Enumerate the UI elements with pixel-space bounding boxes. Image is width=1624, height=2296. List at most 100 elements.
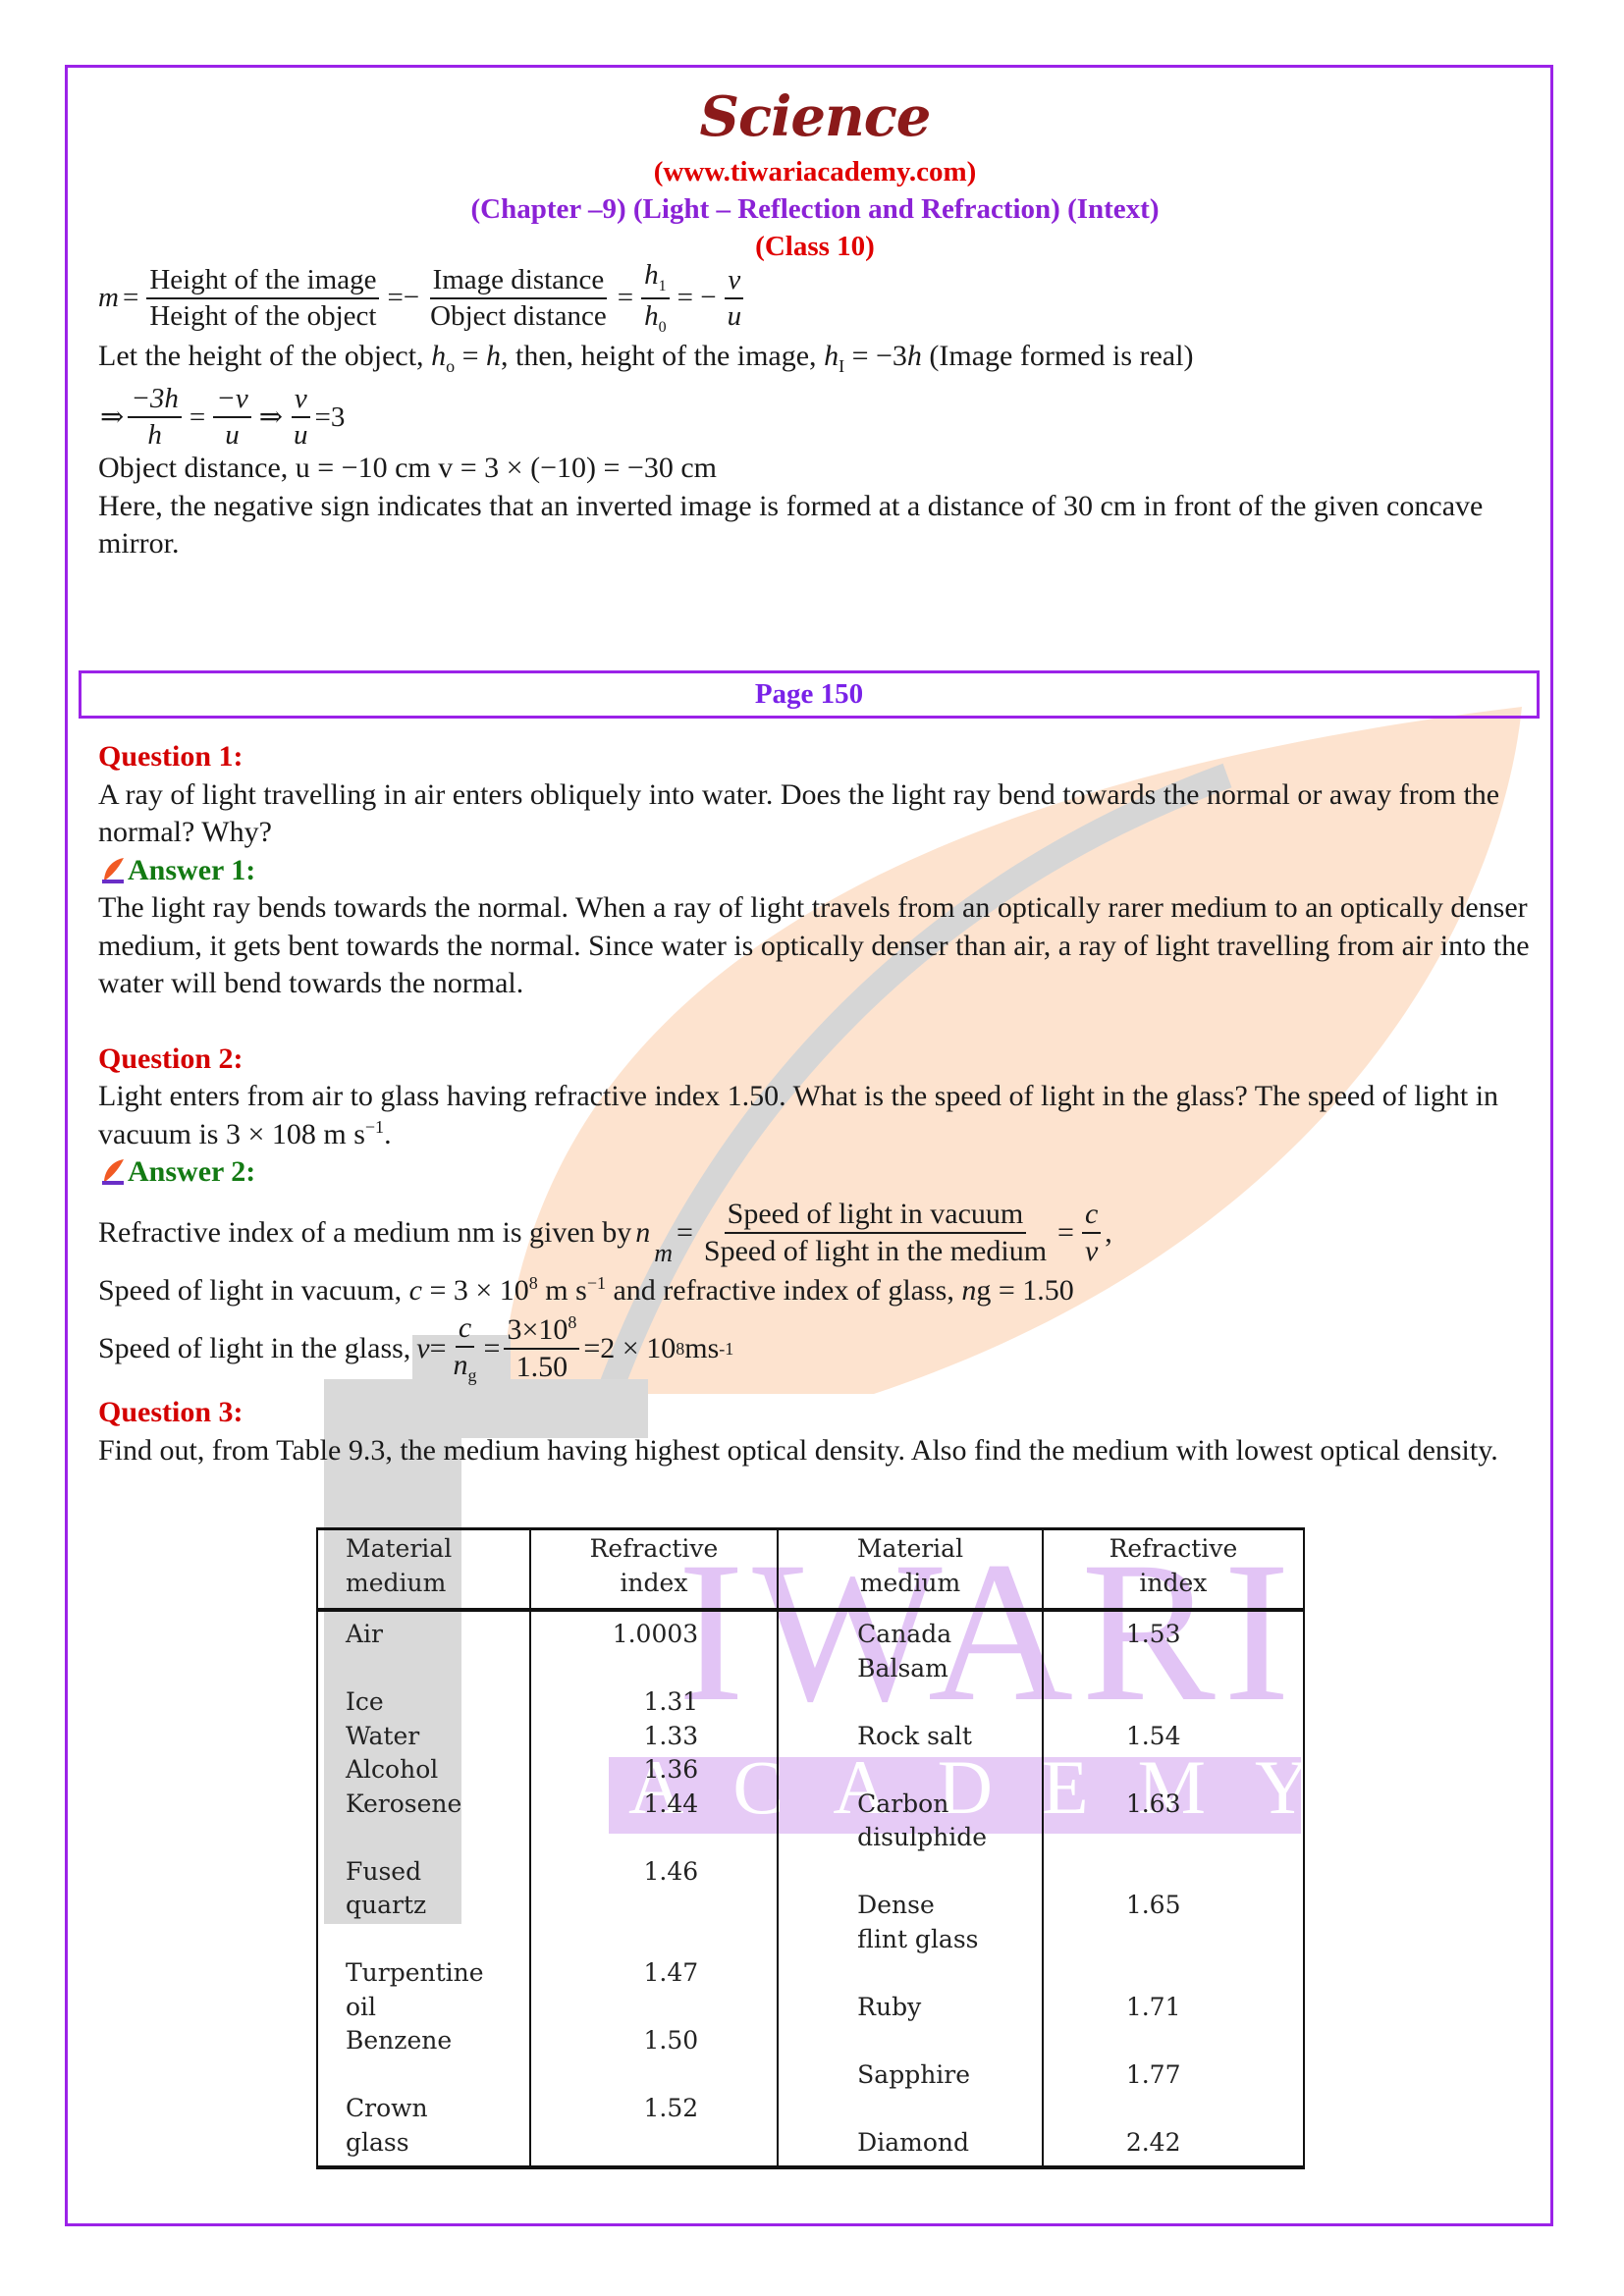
table-cell-line: 1.44 [643, 1789, 699, 1818]
table-cell-line: Alcohol [346, 1755, 439, 1784]
table-cell-line: Sapphire [857, 2059, 971, 2089]
table-cell-line: 1.0003 [612, 1620, 699, 1648]
table-cell-line [346, 1652, 519, 1686]
speed-vacuum-line: Speed of light in vacuum, c = 3 × 108 m … [98, 1272, 1074, 1307]
table-cell-line [1126, 1753, 1293, 1788]
site-link[interactable]: (www.tiwariacademy.com) [98, 153, 1532, 190]
table-cell-line: 1.63 [1125, 1789, 1181, 1818]
table-cell-line [1126, 1855, 1293, 1890]
table-cell-line: Benzene [346, 2026, 453, 2055]
fraction-height-ratio: Height of the image Height of the object [146, 265, 380, 331]
table-cell-line: Air [346, 1620, 384, 1648]
table-cell-line [541, 1652, 698, 1686]
fraction-h-ratio: h1 h0 [641, 261, 670, 336]
table-cell-line: 1.33 [643, 1721, 699, 1750]
header-refractive-index: Refractive index [1041, 1527, 1306, 1612]
refractive-index-table: Material medium Refractive index Material m… [316, 1527, 1306, 2169]
table-cell-line: Diamond [857, 2127, 969, 2157]
table-cell-line [1126, 2024, 1293, 2058]
header-material-medium: Material medium [316, 1527, 531, 1612]
quill-logo-icon [102, 857, 124, 883]
table-cell-line: 1.77 [1125, 2059, 1181, 2089]
table-cell-line: Kerosene [346, 1789, 462, 1818]
col-medium-left: Air Ice Water Alcohol Kerosene Fused quartz Tur… [316, 1610, 531, 2169]
conclusion-text: Here, the negative sign indicates that a… [98, 489, 1484, 561]
questions-section: Question 1: A ray of light travelling in… [98, 738, 1532, 1469]
table-cell-line [541, 1821, 698, 1855]
table-cell-line: Crown [346, 2094, 428, 2122]
table-cell-line: Balsam [857, 1653, 948, 1682]
page-content: Science (www.tiwariacademy.com) (Chapter… [98, 79, 1532, 563]
table-cell-line: flint glass [857, 1924, 979, 1953]
table-cell-line: 1.50 [643, 2026, 699, 2055]
table-cell-line: 1.54 [1125, 1721, 1181, 1750]
table-cell-line [857, 2092, 1032, 2126]
table-cell-line: 1.47 [643, 1958, 699, 1987]
question-1-text: A ray of light travelling in air enters … [98, 777, 1500, 849]
table-cell-line [346, 1923, 519, 1957]
table-header-row: Material medium Refractive index Material m… [316, 1527, 1306, 1612]
col-index-right: 1.53 1.54 1.63 1.65 1.71 1.77 2.42 [1041, 1610, 1306, 2169]
table-cell-line: Rock salt [857, 1721, 972, 1750]
question-3-label: Question 3: [98, 1396, 244, 1428]
page-number-banner: Page 150 [79, 670, 1540, 719]
table-cell-line: glass [346, 2127, 409, 2157]
fraction-v-u: v u [725, 265, 745, 331]
let-height-line: Let the height of the object, ho = h, th… [98, 339, 1194, 376]
answer-2-label: Answer 2: [98, 1153, 1532, 1192]
table-cell-line: 1.52 [643, 2094, 699, 2122]
magnification-equation: m = Height of the image Height of the ob… [98, 261, 1532, 336]
table-cell-line [541, 2126, 698, 2161]
answer-1-text: The light ray bends towards the normal. … [98, 891, 1530, 999]
chapter-title: (Chapter –9) (Light – Reflection and Ref… [470, 193, 1160, 225]
table-cell-line: quartz [346, 1891, 427, 1919]
table-cell-line: Ruby [857, 1992, 922, 2021]
table-cell-line [857, 1956, 1032, 1991]
page-title: Science [699, 84, 932, 149]
class-label: (Class 10) [755, 231, 875, 262]
table-cell-line [857, 1855, 1032, 1890]
table-cell-line [346, 1821, 519, 1855]
table-cell-line: Fused [346, 1856, 422, 1886]
table-cell-line [1126, 1956, 1293, 1991]
table-cell-line: 2.42 [1125, 2127, 1181, 2157]
table-cell-line [541, 1889, 698, 1923]
question-2-label: Question 2: [98, 1041, 244, 1075]
table-cell-line: Canada [857, 1620, 952, 1648]
speed-glass-equation: Speed of light in the glass, v = c ng = 3… [98, 1311, 734, 1385]
table-cell-line: 1.71 [1125, 1992, 1181, 2021]
table-cell-line: 1.46 [643, 1856, 699, 1886]
table-cell-line [857, 1685, 1032, 1720]
table-cell-line [857, 1753, 1032, 1788]
page-header: Science (www.tiwariacademy.com) (Chapter… [98, 80, 1532, 265]
question-1-label: Question 1: [98, 740, 244, 773]
page-number: Page 150 [754, 678, 864, 710]
table-cell-line [1126, 2092, 1293, 2126]
table-cell-line [1126, 1652, 1293, 1686]
col-medium-right: Canada Balsam Rock salt Carbon disulphide Den… [777, 1610, 1044, 2169]
table-cell-line [346, 2058, 519, 2093]
header-refractive-index: Refractive index [528, 1527, 780, 1612]
table-cell-line: oil [346, 1992, 377, 2021]
table-cell-line [541, 1991, 698, 2025]
table-cell-line [1126, 1923, 1293, 1957]
table-cell-line [541, 1923, 698, 1957]
table-cell-line: Ice [346, 1687, 384, 1716]
refractive-index-equation: Refractive index of a medium nm is given… [98, 1197, 1112, 1267]
table-cell-line [1126, 1821, 1293, 1855]
table-cell-line: disulphide [857, 1823, 987, 1851]
table-cell-line: Turpentine [346, 1958, 484, 1987]
table-cell-line: 1.53 [1125, 1620, 1181, 1648]
table-cell-line [857, 2024, 1032, 2058]
object-distance-line: Object distance, u = −10 cm v = 3 × (−10… [98, 452, 717, 485]
table-cell-line [1126, 1685, 1293, 1720]
col-index-left: 1.0003 1.31 1.33 1.36 1.44 1.46 1.47 1.50 1.52 [528, 1610, 780, 2169]
question-3-text: Find out, from Table 9.3, the medium hav… [98, 1433, 1498, 1467]
table-cell-line: Carbon [857, 1789, 949, 1818]
question-2-text: Light enters from air to glass having re… [98, 1080, 1499, 1150]
quill-logo-icon [102, 1159, 124, 1186]
table-cell-line: 1.65 [1125, 1891, 1181, 1919]
header-material-medium: Material medium [777, 1527, 1044, 1612]
table-cell-line: Dense [857, 1891, 935, 1919]
ratio-equation: ⇒ −3h h = −v u ⇒ vu =3 [100, 383, 346, 452]
